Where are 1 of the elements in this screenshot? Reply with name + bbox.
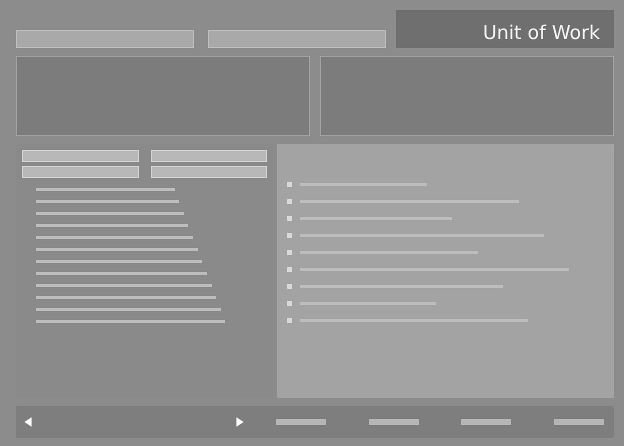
unit-title: Unit of Work — [482, 22, 600, 44]
